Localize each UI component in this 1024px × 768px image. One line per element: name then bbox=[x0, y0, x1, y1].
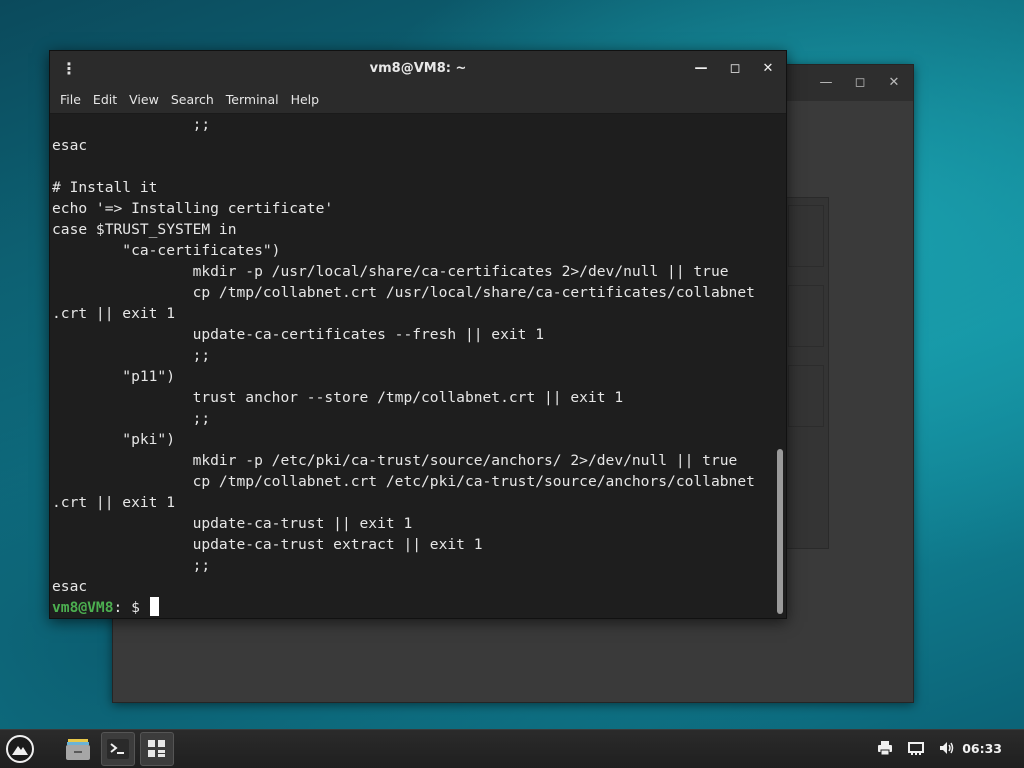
terminal-line: cp /tmp/collabnet.crt /usr/local/share/c… bbox=[52, 284, 755, 301]
terminal-line: case $TRUST_SYSTEM in bbox=[52, 221, 237, 238]
terminal-line: echo '=> Installing certificate' bbox=[52, 200, 334, 217]
volume-icon[interactable] bbox=[938, 740, 956, 758]
app-grid-taskbar-button[interactable] bbox=[140, 732, 174, 766]
terminal-taskbar-button[interactable] bbox=[101, 732, 135, 766]
menu-file[interactable]: File bbox=[54, 87, 87, 113]
clock[interactable]: 06:33 bbox=[962, 730, 1002, 768]
minimize-icon[interactable]: — bbox=[692, 60, 710, 78]
terminal-window[interactable]: ⋮ vm8@VM8: ~ — ◻ ✕ File Edit View Search… bbox=[49, 50, 787, 619]
terminal-line: mkdir -p /etc/pki/ca-trust/source/anchor… bbox=[52, 452, 738, 469]
terminal-icon bbox=[107, 739, 129, 763]
menu-bar: File Edit View Search Terminal Help bbox=[50, 87, 786, 114]
terminal-line: update-ca-trust || exit 1 bbox=[52, 515, 413, 532]
background-panel-item bbox=[788, 285, 824, 347]
close-icon[interactable]: ✕ bbox=[885, 74, 903, 92]
file-manager-button[interactable] bbox=[61, 732, 95, 766]
app-grid-icon bbox=[147, 739, 167, 763]
maximize-icon[interactable]: ◻ bbox=[726, 60, 744, 78]
terminal-line: mkdir -p /usr/local/share/ca-certificate… bbox=[52, 263, 729, 280]
taskbar: 06:33 bbox=[0, 729, 1024, 768]
network-icon[interactable] bbox=[907, 740, 925, 758]
terminal-line: trust anchor --store /tmp/collabnet.crt … bbox=[52, 389, 624, 406]
terminal-line: ;; bbox=[52, 557, 211, 574]
terminal-titlebar[interactable]: ⋮ vm8@VM8: ~ — ◻ ✕ bbox=[50, 51, 786, 87]
minimize-icon[interactable]: — bbox=[817, 74, 835, 92]
terminal-line: esac bbox=[52, 578, 88, 595]
terminal-line: ;; bbox=[52, 116, 211, 133]
window-title: vm8@VM8: ~ bbox=[369, 61, 467, 76]
terminal-line: "pki") bbox=[52, 431, 176, 448]
scrollbar-thumb[interactable] bbox=[777, 449, 783, 614]
background-panel-item bbox=[788, 365, 824, 427]
printer-icon[interactable] bbox=[876, 740, 894, 758]
menu-terminal[interactable]: Terminal bbox=[220, 87, 285, 113]
text-cursor bbox=[149, 597, 159, 616]
prompt-user: vm8@VM8 bbox=[52, 599, 114, 616]
terminal-line: update-ca-trust extract || exit 1 bbox=[52, 536, 483, 553]
terminal-output[interactable]: ;; esac # Install it echo '=> Installing… bbox=[50, 114, 774, 618]
prompt-symbol: : $ bbox=[113, 599, 149, 616]
terminal-line: .crt || exit 1 bbox=[52, 305, 176, 322]
background-panel-item bbox=[788, 205, 824, 267]
menu-edit[interactable]: Edit bbox=[87, 87, 123, 113]
terminal-line: update-ca-certificates --fresh || exit 1 bbox=[52, 326, 545, 343]
terminal-line: "ca-certificates") bbox=[52, 242, 281, 259]
maximize-icon[interactable]: ◻ bbox=[851, 74, 869, 92]
close-icon[interactable]: ✕ bbox=[759, 60, 777, 78]
prompt-line[interactable]: vm8@VM8: $ bbox=[50, 597, 774, 618]
terminal-line: cp /tmp/collabnet.crt /etc/pki/ca-trust/… bbox=[52, 473, 755, 490]
menu-search[interactable]: Search bbox=[165, 87, 220, 113]
app-launcher-icon[interactable] bbox=[6, 735, 34, 763]
terminal-line: "p11") bbox=[52, 368, 176, 385]
menu-help[interactable]: Help bbox=[285, 87, 326, 113]
terminal-line: .crt || exit 1 bbox=[52, 494, 176, 511]
terminal-line: # Install it bbox=[52, 179, 158, 196]
terminal-line: ;; bbox=[52, 410, 211, 427]
terminal-line: ;; bbox=[52, 347, 211, 364]
file-manager-icon bbox=[65, 737, 91, 765]
menu-view[interactable]: View bbox=[123, 87, 165, 113]
terminal-line: esac bbox=[52, 137, 88, 154]
